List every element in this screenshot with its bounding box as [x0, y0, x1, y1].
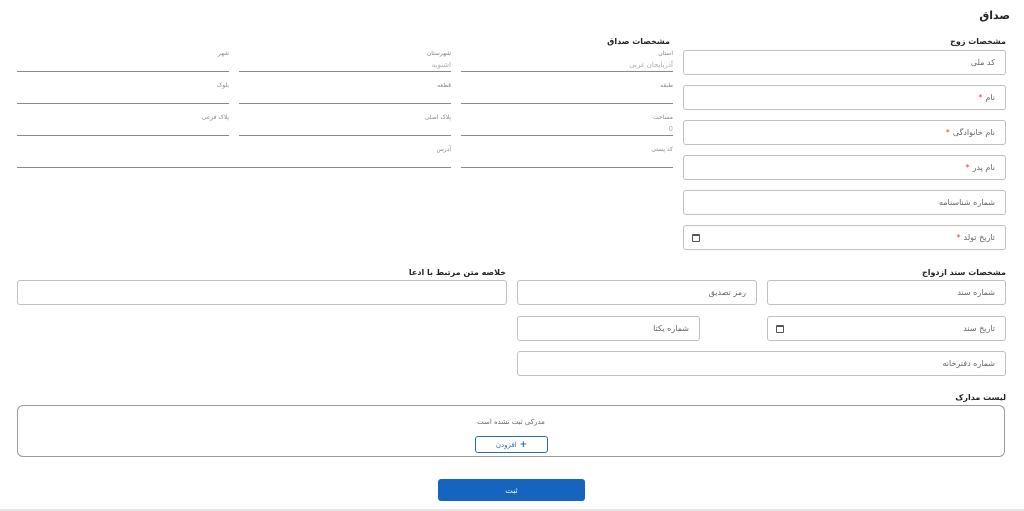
- documents-empty-text: مدرکی ثبت نشده است: [477, 418, 545, 426]
- last-name-field[interactable]: نام خانوادگی *: [683, 120, 1006, 145]
- main-plaque-label: پلاک اصلی: [424, 114, 451, 121]
- verify-code-placeholder: رمز تصدیق: [708, 288, 746, 297]
- province-field[interactable]: استان آذربایجان غربی: [461, 50, 673, 72]
- county-label: شهرستان: [426, 50, 451, 57]
- area-value: 0: [668, 125, 673, 133]
- add-document-button[interactable]: + افزودن: [475, 436, 548, 453]
- county-value: اشنویه: [431, 61, 451, 69]
- block-label: بلوک: [216, 82, 229, 89]
- summary-textarea[interactable]: [17, 280, 507, 305]
- required-mark: *: [945, 128, 950, 137]
- plus-icon: +: [519, 439, 528, 450]
- last-name-placeholder: نام خانوادگی: [952, 128, 995, 137]
- id-number-placeholder: شماره شناسنامه: [938, 198, 995, 207]
- calendar-icon[interactable]: [776, 324, 784, 333]
- main-plaque-field[interactable]: پلاک اصلی: [239, 114, 451, 136]
- doc-number-placeholder: شماره سند: [957, 288, 995, 297]
- area-label: مساحت: [653, 114, 673, 121]
- city-label: شهر: [217, 50, 229, 57]
- province-value: آذربایجان غربی: [629, 61, 673, 69]
- required-mark: *: [978, 93, 983, 102]
- postal-code-label: کد پستی: [651, 146, 673, 153]
- national-code-field[interactable]: کد ملی: [683, 50, 1006, 75]
- verify-code-field[interactable]: رمز تصدیق: [517, 280, 757, 305]
- first-name-placeholder: نام: [985, 93, 995, 102]
- parcel-field[interactable]: قطعه: [239, 82, 451, 104]
- marriage-doc-section-title: مشخصات سند ازدواج: [921, 268, 1006, 277]
- summary-section-title: خلاصه متن مرتبط با ادعا: [408, 268, 506, 277]
- block-field[interactable]: بلوک: [17, 82, 229, 104]
- postal-code-field[interactable]: کد پستی: [461, 146, 673, 168]
- father-name-field[interactable]: نام پدر *: [683, 155, 1006, 180]
- documents-list: مدرکی ثبت نشده است + افزودن: [17, 405, 1005, 457]
- husband-section-title: مشخصات زوج: [950, 37, 1006, 46]
- doc-date-placeholder: تاریخ سند: [963, 324, 995, 333]
- add-document-label: افزودن: [495, 440, 517, 449]
- address-field[interactable]: آدرس: [17, 146, 451, 168]
- floor-field[interactable]: طبقه: [461, 82, 673, 104]
- birth-date-placeholder: تاریخ تولد: [963, 233, 995, 242]
- required-mark: *: [956, 233, 961, 242]
- documents-section-title: لیست مدارک: [955, 393, 1006, 402]
- id-number-field[interactable]: شماره شناسنامه: [683, 190, 1006, 215]
- county-field[interactable]: شهرستان اشنویه: [239, 50, 451, 72]
- area-field[interactable]: مساحت 0: [461, 114, 673, 136]
- calendar-icon[interactable]: [692, 233, 700, 242]
- sub-plaque-field[interactable]: پلاک فرعی: [17, 114, 229, 136]
- floor-label: طبقه: [660, 82, 673, 89]
- parcel-label: قطعه: [437, 82, 451, 89]
- address-label: آدرس: [436, 146, 451, 153]
- doc-number-field[interactable]: شماره سند: [767, 280, 1006, 305]
- doc-date-field[interactable]: تاریخ سند: [767, 316, 1006, 341]
- unique-number-field[interactable]: شماره یکتا: [517, 316, 700, 341]
- city-field[interactable]: شهر: [17, 50, 229, 72]
- father-name-placeholder: نام پدر: [972, 163, 995, 172]
- required-mark: *: [965, 163, 970, 172]
- sub-plaque-label: پلاک فرعی: [201, 114, 229, 121]
- dowry-section-title: مشخصات صداق: [607, 37, 670, 46]
- office-number-placeholder: شماره دفترخانه: [942, 359, 995, 368]
- office-number-field[interactable]: شماره دفترخانه: [517, 351, 1006, 376]
- national-code-placeholder: کد ملی: [970, 58, 995, 67]
- unique-number-placeholder: شماره یکتا: [653, 324, 689, 333]
- birth-date-field[interactable]: تاریخ تولد *: [683, 225, 1006, 250]
- first-name-field[interactable]: نام *: [683, 85, 1006, 110]
- page-title: صداق: [979, 9, 1010, 22]
- submit-button[interactable]: ثبت: [438, 479, 585, 501]
- province-label: استان: [658, 50, 673, 57]
